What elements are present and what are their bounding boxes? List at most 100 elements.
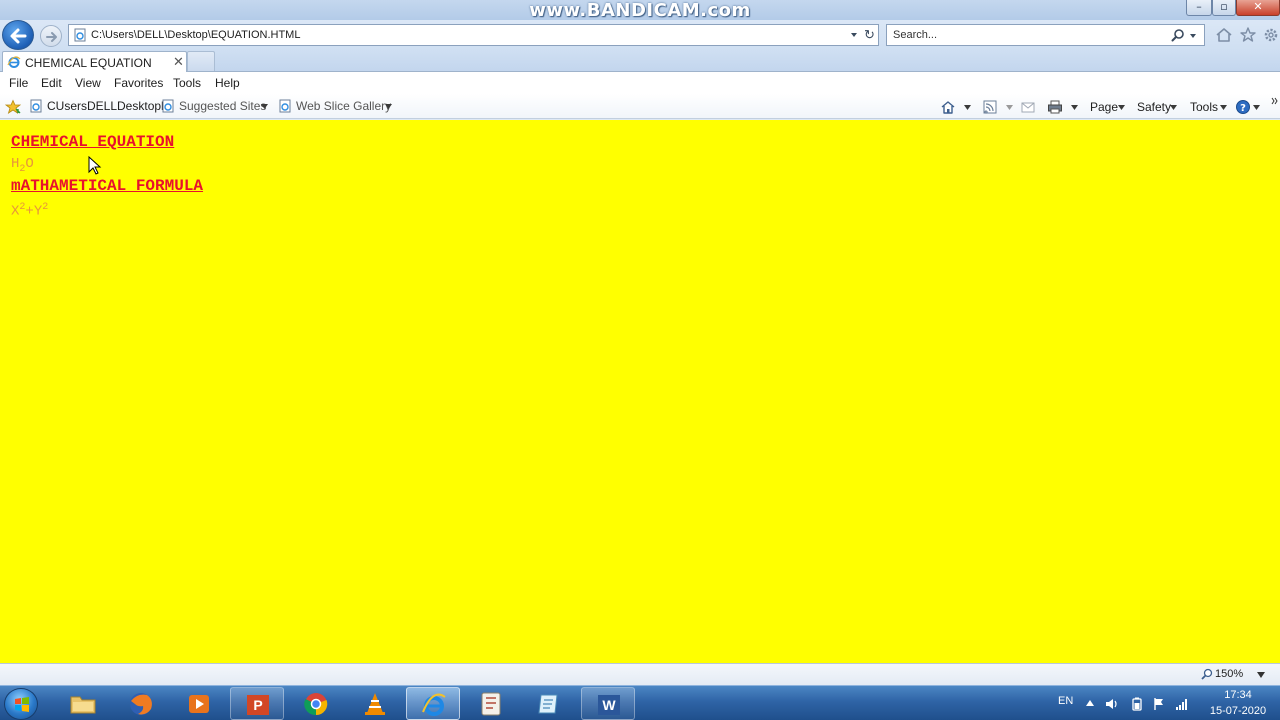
volume-icon[interactable] (1105, 697, 1119, 711)
taskbar-word[interactable]: W (581, 687, 635, 720)
maximize-button[interactable]: ▫ (1212, 0, 1236, 16)
taskbar-notes[interactable] (522, 687, 576, 720)
taskbar-file-explorer[interactable] (56, 687, 110, 720)
page-menu-button[interactable]: Page (1090, 100, 1118, 114)
home-icon[interactable] (1214, 25, 1234, 45)
favorite-link-cusers[interactable]: CUsersDELLDesktoph (29, 98, 168, 114)
help-icon[interactable]: ? (1235, 99, 1251, 115)
start-button[interactable] (4, 688, 38, 720)
taskbar-internet-explorer[interactable] (406, 687, 460, 720)
media-player-icon (189, 695, 209, 713)
back-button[interactable] (2, 20, 34, 50)
chevron-down-icon[interactable] (964, 105, 971, 110)
refresh-icon[interactable]: ↻ (864, 28, 878, 42)
chemical-equation-heading: CHEMICAL EQUATION (11, 133, 175, 151)
page-icon (74, 28, 86, 42)
chevron-down-icon (261, 104, 268, 109)
favorites-add-icon[interactable] (5, 99, 21, 115)
svg-text:W: W (602, 697, 616, 713)
clock-time[interactable]: 17:34 (1208, 689, 1268, 701)
menu-file[interactable]: File (9, 76, 28, 90)
tab-title: CHEMICAL EQUATION (25, 56, 152, 70)
forward-button[interactable] (40, 25, 62, 47)
chevron-down-icon[interactable] (1118, 105, 1125, 110)
favorite-link-web-slice-gallery[interactable]: Web Slice Gallery (278, 98, 396, 114)
menu-view[interactable]: View (75, 76, 101, 90)
status-bar: 150% (0, 663, 1280, 685)
taskbar-powerpoint[interactable]: P (230, 687, 284, 720)
print-icon[interactable] (1047, 99, 1063, 115)
navigation-bar: C:\Users\DELL\Desktop\EQUATION.HTML ↻ Se… (0, 20, 1280, 50)
chevron-down-icon (385, 104, 392, 109)
favorite-link-suggested-sites[interactable]: Suggested Sites (161, 98, 271, 114)
vlc-cone-icon (365, 693, 385, 715)
menu-tools[interactable]: Tools (173, 76, 201, 90)
chevron-down-icon[interactable] (1006, 105, 1013, 110)
tab-chemical-equation[interactable]: CHEMICAL EQUATION ✕ (2, 51, 187, 72)
menu-favorites[interactable]: Favorites (114, 76, 163, 90)
svg-text:?: ? (1240, 103, 1246, 114)
minimize-button[interactable]: – (1186, 0, 1212, 16)
chevron-down-icon[interactable] (1253, 105, 1260, 110)
chevron-down-icon[interactable] (1220, 105, 1227, 110)
action-center-flag-icon[interactable] (1152, 697, 1166, 711)
ie-page-icon (7, 56, 21, 68)
search-input[interactable]: Search... (886, 24, 1205, 46)
formula-base: O (25, 156, 34, 172)
address-bar[interactable]: C:\Users\DELL\Desktop\EQUATION.HTML ↻ (68, 24, 879, 46)
gear-icon[interactable] (1261, 25, 1280, 45)
home-icon[interactable] (940, 99, 956, 115)
page-icon (279, 99, 291, 113)
taskbar-firefox[interactable] (114, 687, 168, 720)
input-language[interactable]: EN (1058, 695, 1073, 707)
firefox-icon (130, 693, 152, 715)
menu-edit[interactable]: Edit (41, 76, 62, 90)
chevron-down-icon[interactable] (1071, 105, 1078, 110)
math-formula: X2+Y2 (11, 200, 48, 220)
zoom-dropdown-icon[interactable] (1257, 672, 1265, 678)
network-signal-icon[interactable] (1175, 697, 1189, 711)
favorites-star-icon[interactable] (1238, 25, 1258, 45)
mail-icon[interactable] (1020, 99, 1036, 115)
taskbar-tally-erp[interactable] (464, 687, 518, 720)
recording-watermark: www.BANDICAM.com (529, 0, 751, 21)
safety-menu-button[interactable]: Safety (1137, 100, 1171, 114)
tab-close-icon[interactable]: ✕ (173, 54, 184, 70)
window-title-bar: www.BANDICAM.com – ▫ ✕ (0, 0, 1280, 20)
show-hidden-icons-icon[interactable] (1086, 700, 1094, 706)
favorites-command-bar: CUsersDELLDesktoph Suggested Sites Web S… (0, 94, 1280, 119)
word-icon: W (598, 695, 620, 715)
menu-help[interactable]: Help (215, 76, 240, 90)
zoom-icon[interactable] (1201, 668, 1213, 680)
favorite-label: CUsersDELLDesktoph (47, 99, 168, 113)
zoom-level[interactable]: 150% (1215, 668, 1243, 680)
chevron-more-icon[interactable] (1271, 97, 1279, 105)
search-icon[interactable] (1171, 28, 1185, 42)
page-content: CHEMICAL EQUATION H2O mATHAMETICAL FORMU… (0, 120, 1280, 663)
new-tab-button[interactable] (187, 51, 215, 71)
battery-icon[interactable] (1130, 697, 1144, 711)
taskbar-vlc[interactable] (348, 687, 402, 720)
chemical-formula: H2O (11, 156, 34, 178)
search-dropdown-icon[interactable] (1189, 32, 1197, 40)
taskbar-media-player[interactable] (172, 687, 226, 720)
feeds-icon[interactable] (982, 99, 998, 115)
address-dropdown-icon[interactable] (849, 30, 859, 40)
chevron-down-icon[interactable] (1170, 105, 1177, 110)
formula-superscript: 2 (42, 202, 49, 213)
svg-text:P: P (253, 697, 262, 713)
tools-menu-button[interactable]: Tools (1190, 100, 1218, 114)
clock-date[interactable]: 15-07-2020 (1200, 705, 1276, 717)
taskbar: P W EN 17:34 15-07-2020 (0, 685, 1280, 720)
mathematical-formula-heading: mATHAMETICAL FORMULA (11, 177, 204, 195)
page-icon (30, 99, 42, 113)
windows-logo-icon (15, 697, 29, 712)
close-window-button[interactable]: ✕ (1236, 0, 1280, 16)
page-icon (162, 99, 174, 113)
mouse-cursor-icon (88, 156, 102, 175)
formula-base: Y (33, 203, 43, 220)
search-placeholder: Search... (893, 29, 938, 41)
taskbar-chrome[interactable] (289, 687, 343, 720)
notes-icon (538, 694, 558, 714)
favorite-label: Web Slice Gallery (296, 99, 392, 113)
